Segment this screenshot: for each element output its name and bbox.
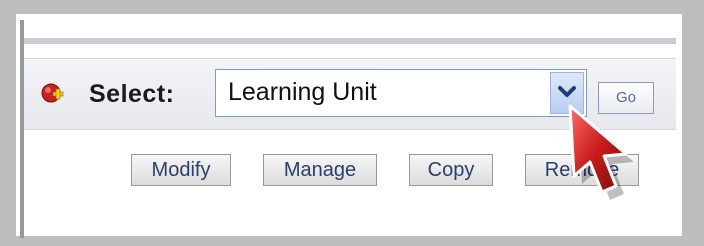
frame-border-left: [0, 0, 16, 246]
frame-border-top: [0, 0, 704, 14]
header-divider: [24, 38, 676, 44]
select-label: Select:: [89, 80, 175, 108]
frame-border-right: [682, 0, 704, 246]
screenshot-frame: Select: Learning Unit Go Modify Manage C…: [0, 0, 704, 246]
manage-button[interactable]: Manage: [263, 154, 377, 186]
unit-type-dropdown[interactable]: Learning Unit: [215, 69, 587, 117]
modify-button[interactable]: Modify: [131, 154, 231, 186]
copy-button[interactable]: Copy: [409, 154, 493, 186]
mouse-pointer-icon: [568, 104, 634, 200]
add-icon: [41, 83, 64, 103]
frame-border-bottom: [0, 236, 704, 246]
dropdown-selected-value: Learning Unit: [228, 78, 377, 106]
